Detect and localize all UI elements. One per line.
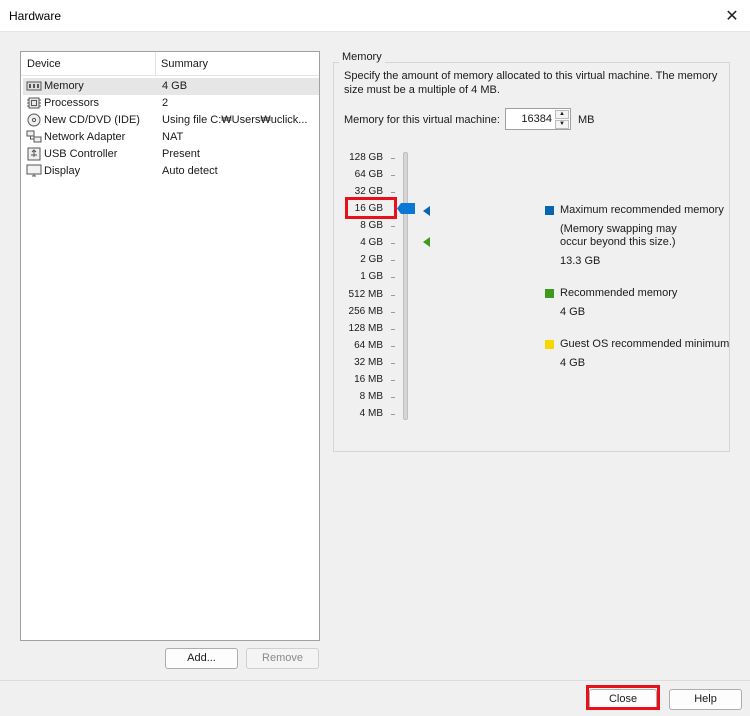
memory-icon [26,81,42,91]
scale-label: 64 MB [354,340,383,351]
scale-label: 64 GB [354,169,383,180]
device-row-processors[interactable]: Processors 2 [23,95,319,112]
max-memory-title: Maximum recommended memory [560,204,724,216]
scale-label: 32 MB [354,357,383,368]
cd-dvd-icon [27,113,41,127]
memory-value[interactable]: 16384 [521,113,552,125]
device-name: Processors [44,97,100,109]
device-summary: 4 GB [162,80,188,92]
device-summary: Using file C:₩Users₩uclick... [162,114,308,126]
add-button[interactable]: Add... [165,648,238,669]
scale-label: 4 MB [359,408,383,419]
device-name: Network Adapter [44,131,126,143]
device-row-memory[interactable]: Memory 4 GB [23,78,319,95]
memory-group-title: Memory [339,51,385,63]
guest-min-memory-swatch [545,340,554,349]
max-memory-value: 13.3 GB [560,255,601,267]
scale-label: 8 GB [360,220,383,231]
guest-min-memory-title: Guest OS recommended minimum [560,338,730,350]
display-icon [26,164,42,177]
device-name: Memory [44,80,84,92]
device-summary: 2 [162,97,169,109]
scale-label: 16 MB [354,374,383,385]
spin-down-icon[interactable]: ▼ [555,120,569,129]
recommended-memory-title: Recommended memory [560,287,678,299]
scale-label: 32 GB [354,186,383,197]
remove-button[interactable]: Remove [246,648,319,669]
network-icon [26,130,42,143]
scale-label: 8 MB [359,391,383,402]
memory-spinbox[interactable]: 16384 ▲ ▼ [505,108,571,130]
help-button[interactable]: Help [669,689,742,710]
device-row-display[interactable]: Display Auto detect [23,163,319,180]
processor-icon [27,97,41,109]
scale-label: 512 MB [348,289,383,300]
device-summary: Auto detect [162,165,218,177]
device-row-cd-dvd[interactable]: New CD/DVD (IDE) Using file C:₩Users₩ucl… [23,112,319,129]
window-title: Hardware [9,9,62,23]
max-memory-swatch [545,206,554,215]
device-name: New CD/DVD (IDE) [44,114,140,126]
recommended-memory-swatch [545,289,554,298]
spin-up-icon[interactable]: ▲ [555,110,569,119]
memory-field-label: Memory for this virtual machine: [344,114,500,126]
memory-slider-track[interactable] [403,152,408,420]
device-list: Device Summary Memory 4 GB Processors 2 … [20,51,320,641]
scale-label: 128 MB [348,323,383,334]
device-name: USB Controller [44,148,118,160]
max-memory-note: (Memory swapping may occur beyond this s… [560,223,677,248]
scale-label: 2 GB [360,254,383,265]
scale-label: 128 GB [349,152,383,163]
device-name: Display [44,165,81,177]
usb-icon [27,147,41,161]
title-bar: Hardware ✕ [0,0,750,32]
scale-label: 4 GB [360,237,383,248]
close-button[interactable]: Close [589,689,657,710]
column-header-device[interactable]: Device [27,58,61,70]
device-summary: Present [162,148,200,160]
memory-unit: MB [578,114,595,126]
recommended-memory-value: 4 GB [560,306,586,318]
device-row-usb-controller[interactable]: USB Controller Present [23,146,319,163]
guest-min-memory-value: 4 GB [560,357,586,369]
recommended-memory-marker-icon [423,237,430,247]
device-row-network-adapter[interactable]: Network Adapter NAT [23,129,319,146]
scale-label: 16 GB [354,203,383,214]
column-header-summary[interactable]: Summary [161,58,208,70]
scale-label: 256 MB [348,306,383,317]
scale-label: 1 GB [360,271,383,282]
memory-slider-thumb[interactable] [397,203,415,214]
device-list-header: Device Summary [21,52,319,76]
max-memory-marker-icon [423,206,430,216]
memory-description: Specify the amount of memory allocated t… [344,70,718,96]
window-close-icon[interactable]: ✕ [720,4,744,28]
device-summary: NAT [162,131,184,143]
